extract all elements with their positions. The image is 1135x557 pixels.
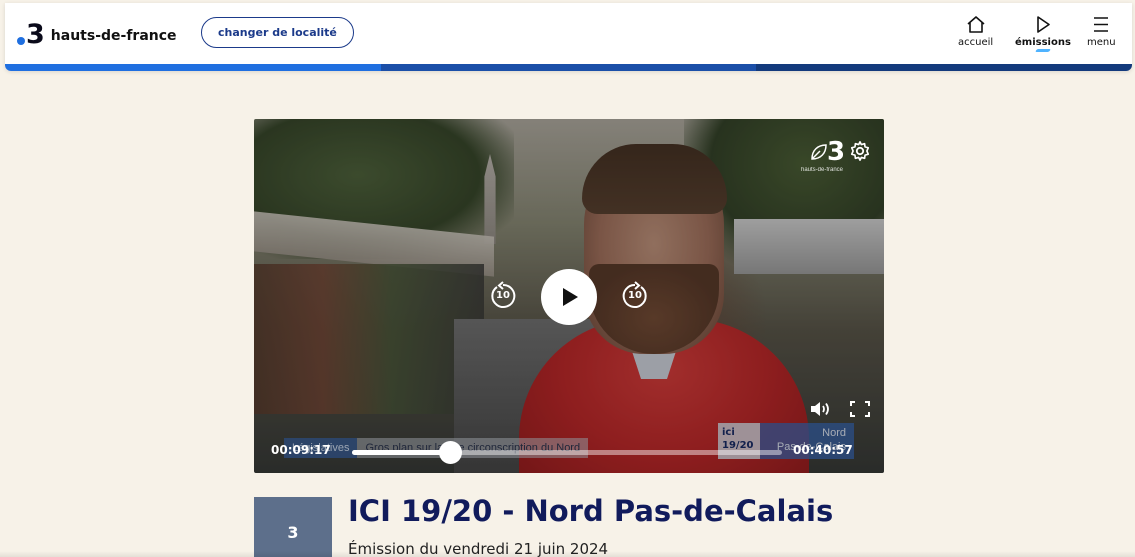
change-locality-button[interactable]: changer de localité <box>201 17 354 48</box>
logo-dot <box>17 36 25 45</box>
nav-accueil[interactable]: accueil <box>958 15 993 48</box>
nav-label: menu <box>1087 37 1116 48</box>
forward-seconds: 10 <box>628 290 642 301</box>
home-icon <box>967 16 985 33</box>
play-icon <box>1037 16 1050 33</box>
header-color-strip <box>5 64 1132 71</box>
logo-number: 3 <box>26 19 45 50</box>
seek-progress <box>352 450 450 455</box>
duration-time: 00:40:57 <box>793 443 853 457</box>
channel-region: hauts-de-france <box>801 167 844 173</box>
strip-segment <box>5 64 381 71</box>
seek-handle[interactable] <box>438 441 462 464</box>
channel-number: 3 <box>827 137 846 167</box>
leaf-icon <box>811 144 827 160</box>
active-indicator <box>1035 49 1051 52</box>
channel-logo: 3 hauts-de-france <box>801 137 850 175</box>
volume-icon[interactable] <box>809 400 831 418</box>
video-player[interactable]: Législatives Gros plan sur la 20e circon… <box>254 119 884 473</box>
hamburger-icon <box>1094 17 1109 32</box>
rewind-seconds: 10 <box>496 290 510 301</box>
seek-bar[interactable] <box>352 441 782 464</box>
settings-gear-icon[interactable] <box>849 140 871 162</box>
strip-segment <box>380 64 757 71</box>
france3-logo[interactable]: 3 hauts-de-france <box>17 21 177 48</box>
page-bottom-shadow <box>0 551 1135 557</box>
rewind-10-button[interactable]: 10 <box>488 281 518 311</box>
nav-emissions[interactable]: émissions <box>1015 15 1071 52</box>
nav-label: accueil <box>958 37 994 48</box>
current-time: 00:09:17 <box>271 443 331 457</box>
site-header: 3 hauts-de-france changer de localité ac… <box>5 3 1132 71</box>
strip-segment <box>756 64 1132 71</box>
fullscreen-icon[interactable] <box>850 401 870 417</box>
program-thumbnail[interactable]: 3 <box>254 497 332 557</box>
logo-region-name: hauts-de-france <box>50 27 177 44</box>
play-icon <box>563 288 578 306</box>
nav-label: émissions <box>1015 37 1071 48</box>
program-title: ICI 19/20 - Nord Pas-de-Calais <box>348 494 834 528</box>
forward-10-button[interactable]: 10 <box>620 281 650 311</box>
thumbnail-label: 3 <box>287 522 299 542</box>
nav-menu[interactable]: menu <box>1087 15 1116 48</box>
play-button[interactable] <box>541 269 597 325</box>
